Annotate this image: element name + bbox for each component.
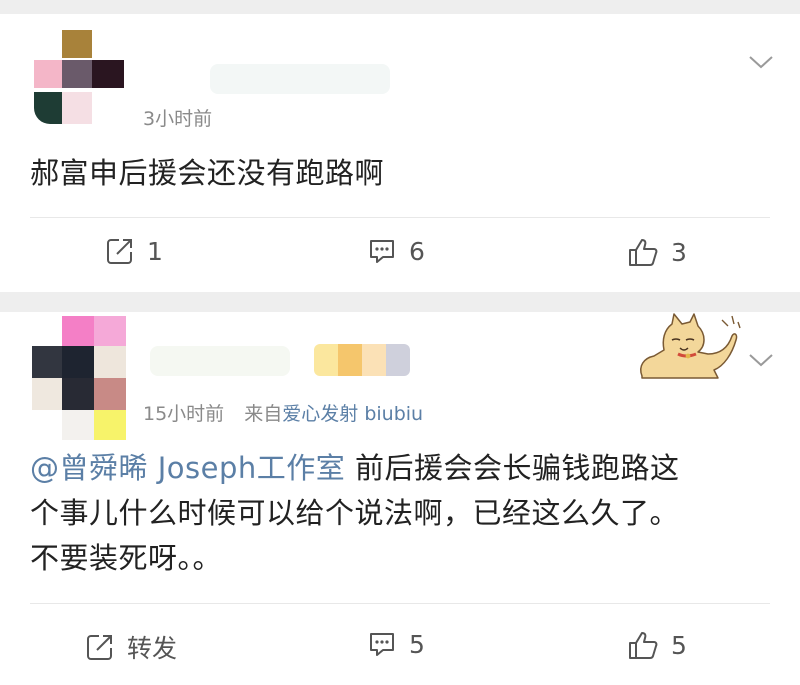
post-text: @曾舜晞 Joseph工作室 前后援会会长骗钱跑路这 个事儿什么时候可以给个说法…: [30, 446, 679, 581]
comment-count: 5: [409, 629, 425, 659]
chevron-down-icon[interactable]: [748, 54, 774, 70]
repost-button[interactable]: 转发: [85, 629, 177, 665]
timestamp: 3小时前: [143, 108, 213, 130]
comment-count: 6: [409, 236, 425, 266]
like-button[interactable]: 5: [627, 629, 687, 661]
comment-button[interactable]: 5: [367, 629, 425, 659]
blurred-username[interactable]: [210, 64, 390, 94]
avatar[interactable]: [32, 316, 128, 444]
like-count: 3: [671, 237, 687, 267]
thumbs-up-icon: [629, 632, 658, 659]
post-text-line: 不要装死呀。。: [30, 541, 223, 575]
timestamp: 15小时前: [143, 403, 225, 425]
comment-button[interactable]: 6: [367, 236, 425, 266]
source-prefix: 来自: [244, 403, 283, 425]
post-text-line: 前后援会会长骗钱跑路这: [345, 451, 680, 485]
post-card: 3小时前 郝富申后援会还没有跑路啊 1 6 3: [0, 14, 800, 292]
post-text: 郝富申后援会还没有跑路啊: [30, 156, 385, 190]
mention-link[interactable]: @曾舜晞 Joseph工作室: [30, 451, 345, 485]
repost-icon: [87, 635, 112, 660]
like-count: 5: [671, 630, 687, 660]
post-meta: 15小时前 来自爱心发射 biubiu: [143, 399, 423, 426]
thumbs-up-icon: [629, 239, 658, 266]
repost-label: 转发: [127, 634, 178, 663]
chevron-down-icon[interactable]: [748, 352, 774, 368]
divider: [30, 217, 770, 218]
post-text-line: 个事儿什么时候可以给个说法啊，已经这么久了。: [30, 496, 680, 530]
comment-icon: [370, 240, 394, 263]
source-link[interactable]: 爱心发射 biubiu: [282, 403, 423, 425]
comment-icon: [370, 633, 394, 656]
blurred-username[interactable]: [150, 346, 290, 376]
avatar[interactable]: [34, 30, 126, 140]
dog-sticker-icon: [640, 313, 741, 379]
repost-count: 1: [147, 236, 163, 266]
post-card: 15小时前 来自爱心发射 biubiu @曾舜晞 Joseph工作室 前后援会会…: [0, 312, 800, 685]
repost-button[interactable]: 1: [105, 236, 163, 266]
divider: [30, 603, 770, 604]
like-button[interactable]: 3: [627, 236, 687, 268]
repost-icon: [107, 239, 132, 264]
user-badges: [314, 344, 410, 376]
